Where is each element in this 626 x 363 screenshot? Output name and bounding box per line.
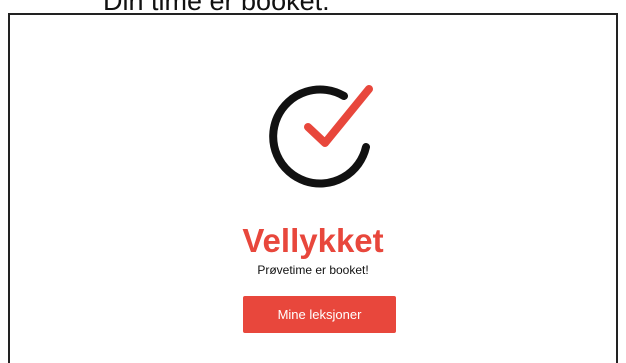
success-message: Prøvetime er booket! <box>257 263 369 277</box>
check-circle-icon <box>269 85 373 188</box>
success-title: Vellykket <box>242 222 384 259</box>
page: Din time er booket. Vellykket Prøvetime … <box>0 0 626 363</box>
my-lessons-button[interactable]: Mine leksjoner <box>243 296 396 333</box>
